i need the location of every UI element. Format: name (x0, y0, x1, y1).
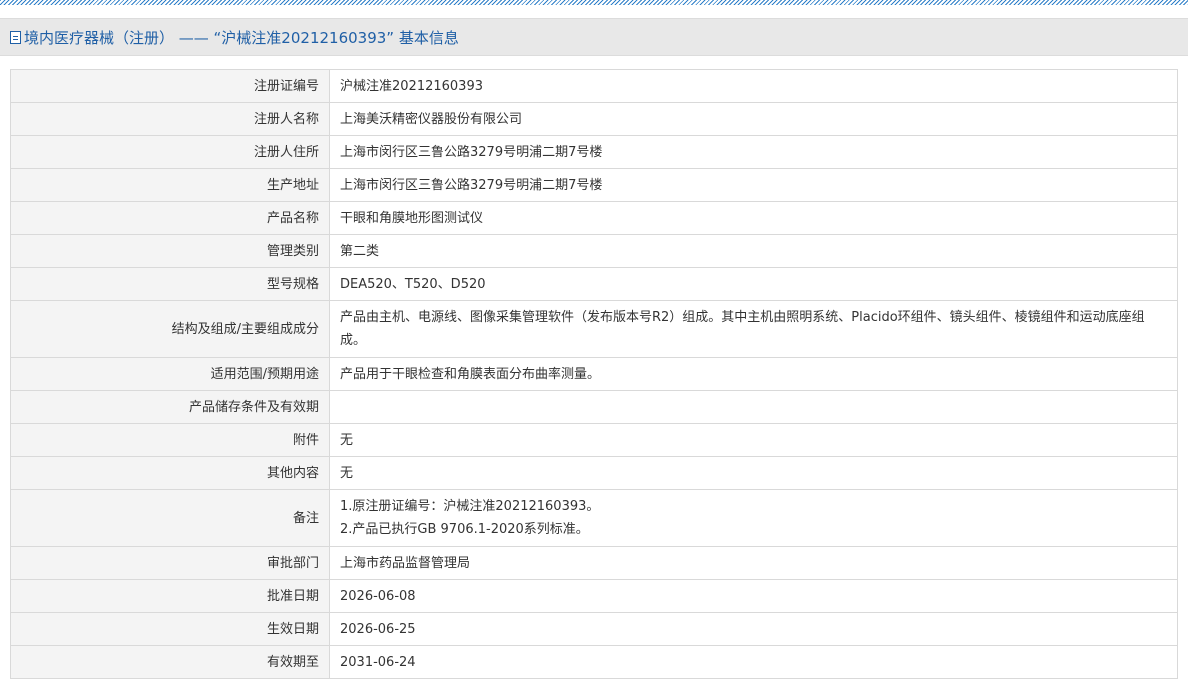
table-row: 管理类别 第二类 (10, 234, 1178, 268)
row-value-valid-until: 2031-06-24 (329, 645, 1178, 679)
table-row: 适用范围/预期用途 产品用于干眼检查和角膜表面分布曲率测量。 (10, 357, 1178, 391)
row-value-effective-date: 2026-06-25 (329, 612, 1178, 646)
document-icon (10, 31, 21, 44)
remarks-line: 2.产品已执行GB 9706.1-2020系列标准。 (340, 522, 589, 537)
table-row: 结构及组成/主要组成成分 产品由主机、电源线、图像采集管理软件（发布版本号R2）… (10, 300, 1178, 358)
row-value-management-category: 第二类 (329, 234, 1178, 268)
page-title: 境内医疗器械（注册） —— “沪械注准20212160393” 基本信息 (10, 19, 459, 57)
table-row: 注册人住所 上海市闵行区三鲁公路3279号明浦二期7号楼 (10, 135, 1178, 169)
row-value-production-address: 上海市闵行区三鲁公路3279号明浦二期7号楼 (329, 168, 1178, 202)
row-value-registrant-name: 上海美沃精密仪器股份有限公司 (329, 102, 1178, 136)
row-label-approval-date: 批准日期 (10, 579, 330, 613)
row-label-structure-composition: 结构及组成/主要组成成分 (10, 300, 330, 358)
row-value-approval-department: 上海市药品监督管理局 (329, 546, 1178, 580)
table-row: 批准日期 2026-06-08 (10, 579, 1178, 613)
row-label-accessories: 附件 (10, 423, 330, 457)
row-label-management-category: 管理类别 (10, 234, 330, 268)
table-row: 注册人名称 上海美沃精密仪器股份有限公司 (10, 102, 1178, 136)
table-row: 型号规格 DEA520、T520、D520 (10, 267, 1178, 301)
table-row: 产品名称 干眼和角膜地形图测试仪 (10, 201, 1178, 235)
row-label-registration-number: 注册证编号 (10, 69, 330, 103)
table-row: 备注 1.原注册证编号：沪械注准20212160393。 2.产品已执行GB 9… (10, 489, 1178, 547)
row-value-model-spec: DEA520、T520、D520 (329, 267, 1178, 301)
top-stripe-decoration (0, 0, 1188, 5)
row-label-production-address: 生产地址 (10, 168, 330, 202)
row-label-model-spec: 型号规格 (10, 267, 330, 301)
row-label-remarks: 备注 (10, 489, 330, 547)
registration-info-table: 注册证编号 沪械注准20212160393 注册人名称 上海美沃精密仪器股份有限… (10, 69, 1178, 679)
table-row: 其他内容 无 (10, 456, 1178, 490)
row-label-valid-until: 有效期至 (10, 645, 330, 679)
page-header: 境内医疗器械（注册） —— “沪械注准20212160393” 基本信息 (0, 18, 1188, 56)
table-row: 附件 无 (10, 423, 1178, 457)
table-row: 注册证编号 沪械注准20212160393 (10, 69, 1178, 103)
row-value-product-name: 干眼和角膜地形图测试仪 (329, 201, 1178, 235)
row-value-remarks: 1.原注册证编号：沪械注准20212160393。 2.产品已执行GB 9706… (329, 489, 1178, 547)
table-row: 生产地址 上海市闵行区三鲁公路3279号明浦二期7号楼 (10, 168, 1178, 202)
page-title-text: 境内医疗器械（注册） —— “沪械注准20212160393” 基本信息 (24, 29, 459, 47)
row-label-storage-conditions: 产品储存条件及有效期 (10, 390, 330, 424)
row-label-registrant-address: 注册人住所 (10, 135, 330, 169)
row-label-other-content: 其他内容 (10, 456, 330, 490)
row-label-intended-use: 适用范围/预期用途 (10, 357, 330, 391)
row-value-structure-composition: 产品由主机、电源线、图像采集管理软件（发布版本号R2）组成。其中主机由照明系统、… (329, 300, 1178, 358)
table-row: 有效期至 2031-06-24 (10, 645, 1178, 679)
row-label-approval-department: 审批部门 (10, 546, 330, 580)
row-label-effective-date: 生效日期 (10, 612, 330, 646)
row-label-registrant-name: 注册人名称 (10, 102, 330, 136)
row-value-approval-date: 2026-06-08 (329, 579, 1178, 613)
row-value-other-content: 无 (329, 456, 1178, 490)
row-value-registrant-address: 上海市闵行区三鲁公路3279号明浦二期7号楼 (329, 135, 1178, 169)
row-value-accessories: 无 (329, 423, 1178, 457)
row-value-intended-use: 产品用于干眼检查和角膜表面分布曲率测量。 (329, 357, 1178, 391)
remarks-line: 1.原注册证编号：沪械注准20212160393。 (340, 499, 600, 514)
row-value-storage-conditions (329, 390, 1178, 424)
row-value-registration-number: 沪械注准20212160393 (329, 69, 1178, 103)
table-row: 生效日期 2026-06-25 (10, 612, 1178, 646)
row-label-product-name: 产品名称 (10, 201, 330, 235)
table-row: 审批部门 上海市药品监督管理局 (10, 546, 1178, 580)
table-row: 产品储存条件及有效期 (10, 390, 1178, 424)
